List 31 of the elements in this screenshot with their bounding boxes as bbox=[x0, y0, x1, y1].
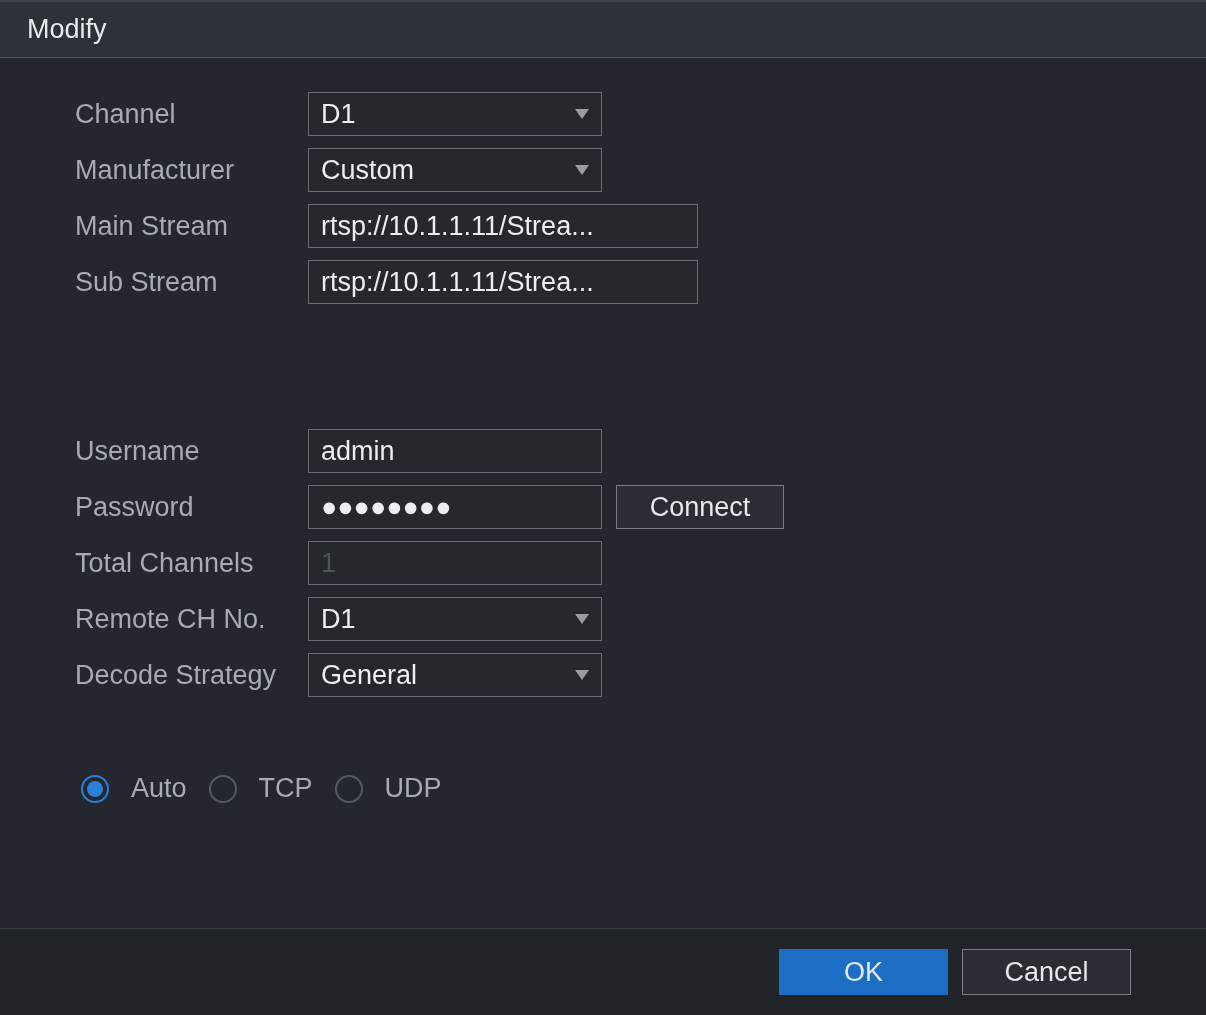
field-label: Sub Stream bbox=[75, 266, 219, 298]
field-label: Remote CH No. bbox=[75, 603, 267, 635]
dropdown-caret-icon bbox=[575, 109, 589, 119]
radio-button[interactable] bbox=[334, 774, 363, 803]
radio-button[interactable] bbox=[208, 774, 237, 803]
ok-button[interactable]: OK bbox=[779, 949, 948, 995]
field-label: Username bbox=[75, 435, 201, 467]
dropdown[interactable]: General bbox=[308, 653, 602, 697]
field-label: Total Channels bbox=[75, 547, 255, 579]
radio-label: Auto bbox=[131, 773, 187, 804]
field-label: Decode Strategy bbox=[75, 659, 278, 691]
dropdown[interactable]: D1 bbox=[308, 92, 602, 136]
field-label: Channel bbox=[75, 98, 177, 130]
field-label: Password bbox=[75, 491, 195, 523]
input-field[interactable]: rtsp://10.1.1.11/Strea... bbox=[308, 260, 698, 304]
password-field[interactable]: ●●●●●●●● bbox=[308, 485, 602, 529]
dropdown-caret-icon bbox=[575, 670, 589, 680]
radio-label: UDP bbox=[384, 773, 442, 804]
dropdown[interactable]: Custom bbox=[308, 148, 602, 192]
dropdown-caret-icon bbox=[575, 165, 589, 175]
dropdown-caret-icon bbox=[575, 614, 589, 624]
cancel-button[interactable]: Cancel bbox=[962, 949, 1131, 995]
dropdown[interactable]: D1 bbox=[308, 597, 602, 641]
radio-button[interactable] bbox=[81, 774, 109, 803]
field-label: Main Stream bbox=[75, 210, 230, 242]
window-title: Modify bbox=[27, 14, 107, 45]
input-field[interactable]: admin bbox=[308, 429, 602, 473]
field-label: Manufacturer bbox=[75, 154, 236, 186]
radio-label: TCP bbox=[258, 773, 313, 804]
input-field[interactable]: rtsp://10.1.1.11/Strea... bbox=[308, 204, 698, 248]
connect-button[interactable]: Connect bbox=[616, 485, 784, 529]
